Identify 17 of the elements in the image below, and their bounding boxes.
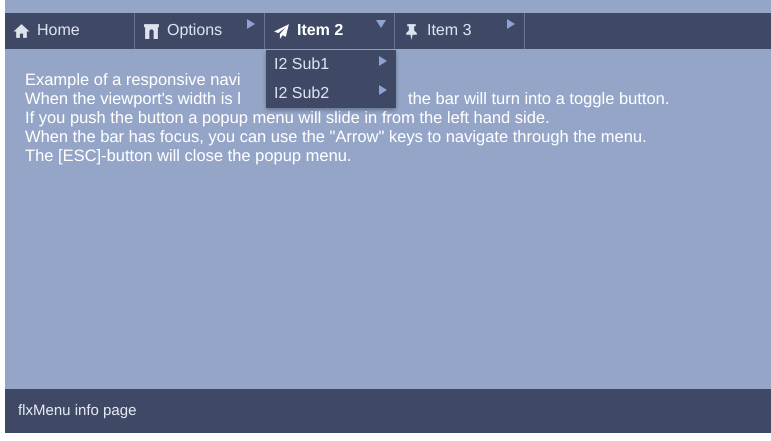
text-line: When the bar has focus, you can use the "Arrow" keys to navigate through the menu. — [25, 128, 647, 147]
submenu-item[interactable]: I2 Sub1 — [266, 50, 396, 79]
pushpin-icon — [403, 22, 420, 40]
submenu-item[interactable]: I2 Sub2 — [266, 79, 396, 108]
archway-icon — [143, 22, 160, 40]
menu-item[interactable]: Item 2 — [265, 13, 395, 49]
text-line: Example of a responsive navi — [25, 71, 241, 90]
menu-item[interactable]: Options — [135, 13, 265, 49]
paper-plane-icon — [273, 22, 290, 40]
text-line: If you push the button a popup menu will slide in from the left hand side. — [25, 109, 550, 128]
house-icon — [13, 22, 30, 40]
footer-text: flxMenu info page — [18, 400, 136, 421]
menu-item[interactable]: Item 3 — [395, 13, 525, 49]
text-line: The [ESC]-button will close the popup menu. — [25, 147, 352, 166]
text-line: When the viewport's width is l — [25, 90, 241, 108]
menu-item[interactable]: Home — [5, 13, 135, 49]
text-line: the bar will turn into a toggle button. — [408, 90, 670, 109]
